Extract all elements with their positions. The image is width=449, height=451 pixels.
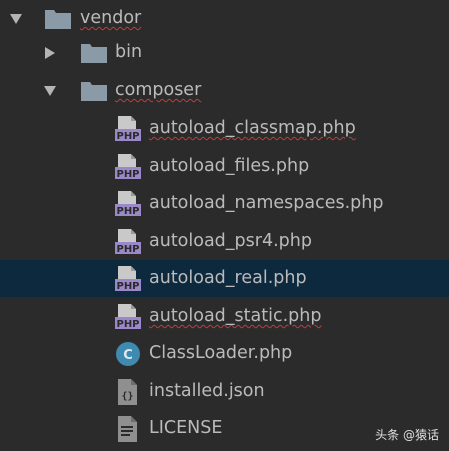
tree-node-label: vendor [80,8,142,28]
svg-text:PHP: PHP [116,244,139,255]
chevron-down-icon[interactable] [38,72,62,109]
svg-text:PHP: PHP [116,131,139,142]
tree-file-item-selected[interactable]: PHP autoload_real.php [0,260,449,297]
file-label: autoload_psr4.php [149,231,312,251]
tree-file-item[interactable]: PHP autoload_classmap.php [0,110,449,147]
watermark: 头条 @猿话 [375,428,439,442]
file-label: LICENSE [149,418,223,438]
tree-file-item[interactable]: PHP autoload_files.php [0,148,449,185]
php-file-icon: PHP [114,223,142,260]
json-file-icon: {} [116,373,140,410]
file-label: autoload_classmap.php [149,118,356,138]
svg-text:PHP: PHP [116,281,139,292]
tree-file-item[interactable]: PHP autoload_psr4.php [0,223,449,260]
tree-file-item[interactable]: C ClassLoader.php [0,335,449,372]
file-label: autoload_files.php [149,156,310,176]
folder-icon [80,34,108,71]
svg-text:PHP: PHP [116,206,139,217]
svg-text:PHP: PHP [116,169,139,180]
file-label: autoload_real.php [149,268,307,288]
file-label: autoload_static.php [149,306,322,326]
svg-text:PHP: PHP [116,319,139,330]
folder-icon [80,72,108,109]
svg-text:C: C [123,348,133,363]
text-file-icon [116,410,140,447]
tree-file-item[interactable]: PHP autoload_namespaces.php [0,185,449,222]
php-file-icon: PHP [114,260,142,297]
folder-icon [44,0,72,37]
tree-file-item[interactable]: PHP autoload_static.php [0,298,449,335]
tree-file-item[interactable]: {} installed.json [0,373,449,410]
tree-node-bin[interactable]: bin [0,34,449,71]
chevron-right-icon[interactable] [38,34,62,71]
svg-text:{}: {} [121,391,133,402]
tree-node-label: composer [115,80,202,100]
file-label: autoload_namespaces.php [149,193,384,213]
php-file-icon: PHP [114,298,142,335]
php-class-icon: C [114,335,142,372]
chevron-down-icon[interactable] [4,0,28,37]
tree-node-label: bin [115,42,143,62]
php-file-icon: PHP [114,148,142,185]
file-label: installed.json [149,381,265,401]
php-file-icon: PHP [114,185,142,222]
tree-node-vendor[interactable]: vendor [0,0,449,37]
tree-node-composer[interactable]: composer [0,72,449,109]
file-label: ClassLoader.php [149,343,293,363]
php-file-icon: PHP [114,110,142,147]
